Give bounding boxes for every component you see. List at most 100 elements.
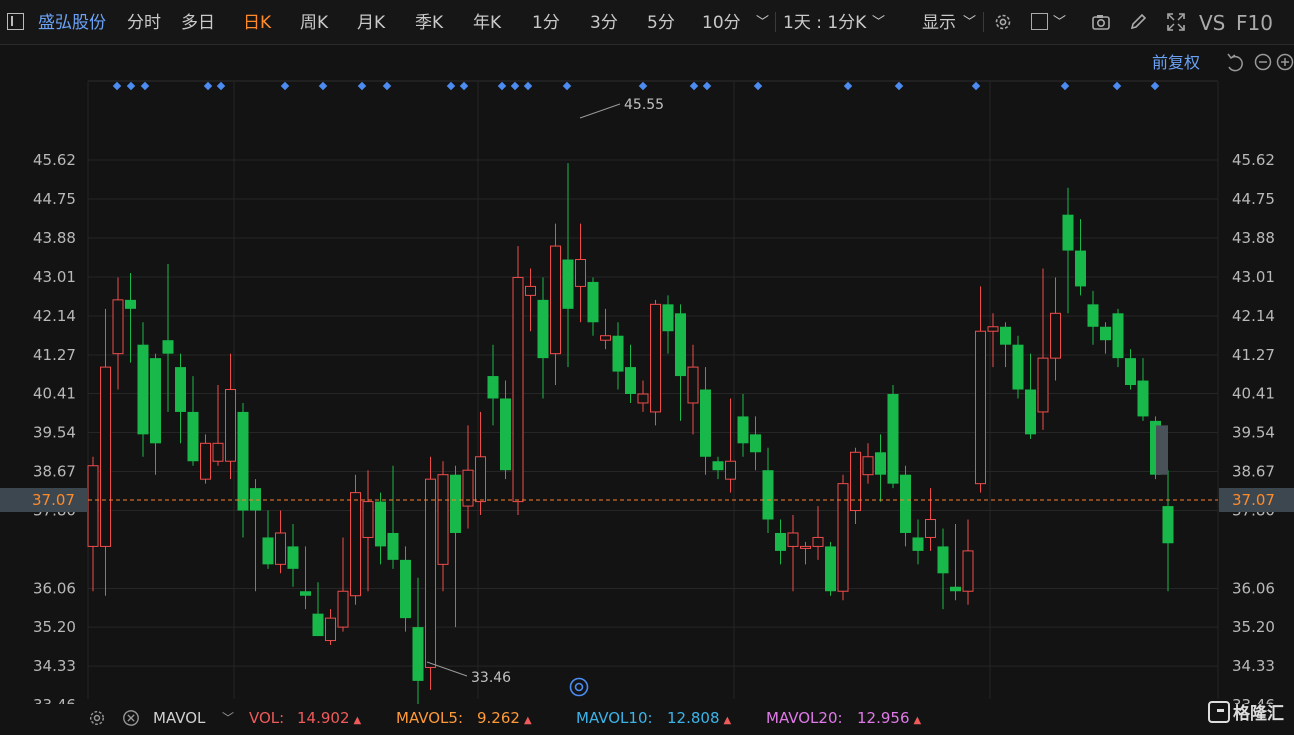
event-marker-icon[interactable] xyxy=(1060,81,1070,91)
event-marker-icon[interactable] xyxy=(1112,81,1122,91)
candle[interactable] xyxy=(287,524,299,587)
tab-5min[interactable]: 5分 xyxy=(647,0,675,44)
candle[interactable] xyxy=(500,380,511,480)
event-marker-icon[interactable] xyxy=(203,81,213,91)
display-chevron-icon[interactable]: ﹀ xyxy=(963,0,976,44)
candle[interactable] xyxy=(1075,219,1086,296)
candle[interactable] xyxy=(700,367,711,475)
multi-period-select[interactable]: 1天 : 1分K xyxy=(783,0,866,44)
tab-multi-day[interactable]: 多日 xyxy=(181,0,215,44)
pencil-icon[interactable] xyxy=(1128,12,1148,32)
candle[interactable] xyxy=(175,353,186,444)
candle[interactable] xyxy=(862,443,874,484)
zoom-out-icon[interactable] xyxy=(1254,53,1272,71)
candle[interactable] xyxy=(275,510,286,574)
more-periods-chevron-icon[interactable]: ﹀ xyxy=(756,0,769,44)
candle[interactable] xyxy=(825,541,836,596)
candle[interactable] xyxy=(125,272,136,363)
candle[interactable] xyxy=(875,434,886,502)
candle[interactable] xyxy=(1037,268,1049,430)
candle[interactable] xyxy=(837,474,849,601)
candle[interactable] xyxy=(612,322,624,390)
event-marker-icon[interactable] xyxy=(126,81,136,91)
indicator-chevron-icon[interactable]: ﹀ xyxy=(222,704,234,731)
candle[interactable] xyxy=(87,456,99,592)
candle[interactable] xyxy=(675,304,686,421)
candle[interactable] xyxy=(162,264,174,412)
tab-weekly-k[interactable]: 周K xyxy=(300,0,328,44)
sidebar-toggle-icon[interactable] xyxy=(7,13,24,30)
event-marker-icon[interactable] xyxy=(112,81,122,91)
candle[interactable] xyxy=(737,394,749,457)
vs-compare-button[interactable]: VS xyxy=(1199,0,1225,44)
candle[interactable] xyxy=(350,474,361,605)
candle[interactable] xyxy=(412,577,424,704)
candle[interactable] xyxy=(1012,335,1024,399)
indicator-name[interactable]: MAVOL xyxy=(153,704,205,731)
camera-icon[interactable] xyxy=(1091,12,1111,32)
candle[interactable] xyxy=(650,299,661,426)
candle[interactable] xyxy=(912,519,924,565)
candlestick-chart[interactable]: 45.62 45.62 44.75 44.75 43.88 43.88 43.01 43.01… xyxy=(0,45,1294,704)
candle[interactable] xyxy=(187,376,199,466)
candle[interactable] xyxy=(400,546,411,632)
candle[interactable] xyxy=(850,447,861,524)
candle[interactable] xyxy=(750,416,761,471)
candle[interactable] xyxy=(1137,358,1149,421)
event-marker-icon[interactable] xyxy=(459,81,469,91)
candle[interactable] xyxy=(1000,322,1011,368)
close-icon[interactable] xyxy=(122,709,140,727)
square-chevron-icon[interactable]: ﹀ xyxy=(1053,0,1066,44)
event-marker-icon[interactable] xyxy=(357,81,367,91)
event-marker-icon[interactable] xyxy=(497,81,507,91)
candle[interactable] xyxy=(1087,290,1099,345)
candle[interactable] xyxy=(962,519,974,605)
candle[interactable] xyxy=(600,308,611,350)
candle[interactable] xyxy=(112,277,124,390)
candle[interactable] xyxy=(762,447,774,533)
tab-intraday[interactable]: 分时 xyxy=(127,0,161,44)
gear-icon[interactable] xyxy=(993,12,1013,32)
candle[interactable] xyxy=(975,286,986,493)
candle[interactable] xyxy=(100,308,111,596)
tab-daily-k[interactable]: 日K xyxy=(243,0,271,44)
tab-monthly-k[interactable]: 月K xyxy=(357,0,385,44)
tab-1min[interactable]: 1分 xyxy=(532,0,560,44)
candle[interactable] xyxy=(900,465,911,547)
fullscreen-icon[interactable] xyxy=(1166,12,1186,32)
candle[interactable] xyxy=(950,524,961,601)
candles[interactable] xyxy=(87,163,1174,704)
event-marker-icon[interactable] xyxy=(843,81,853,91)
event-marker-icon[interactable] xyxy=(689,81,699,91)
tab-10min[interactable]: 10分 xyxy=(702,0,741,44)
candle[interactable] xyxy=(512,246,524,516)
candle[interactable] xyxy=(1062,187,1074,314)
candle[interactable] xyxy=(662,295,674,354)
zoom-in-icon[interactable] xyxy=(1276,53,1294,71)
candle[interactable] xyxy=(1100,322,1111,354)
candle[interactable] xyxy=(537,277,549,399)
tab-quarterly-k[interactable]: 季K xyxy=(415,0,443,44)
event-marker-icon[interactable] xyxy=(638,81,648,91)
candle[interactable] xyxy=(525,268,536,332)
event-marker-icon[interactable] xyxy=(382,81,392,91)
event-marker-icon[interactable] xyxy=(280,81,290,91)
candle[interactable] xyxy=(712,456,724,480)
candle[interactable] xyxy=(337,537,349,632)
candle[interactable] xyxy=(637,380,649,412)
candle[interactable] xyxy=(775,519,786,565)
candle[interactable] xyxy=(312,582,324,637)
candle[interactable] xyxy=(1025,353,1036,439)
event-marker-icon[interactable] xyxy=(894,81,904,91)
candle[interactable] xyxy=(587,277,599,336)
candle[interactable] xyxy=(887,385,899,489)
candle[interactable] xyxy=(925,488,936,551)
event-marker-icon[interactable] xyxy=(510,81,520,91)
event-marker-icon[interactable] xyxy=(1150,81,1160,91)
candle[interactable] xyxy=(450,465,461,628)
candle[interactable] xyxy=(1112,308,1124,368)
event-marker-icon[interactable] xyxy=(446,81,456,91)
event-marker-icon[interactable] xyxy=(562,81,572,91)
candle[interactable] xyxy=(137,322,149,457)
event-marker-icon[interactable] xyxy=(971,81,981,91)
